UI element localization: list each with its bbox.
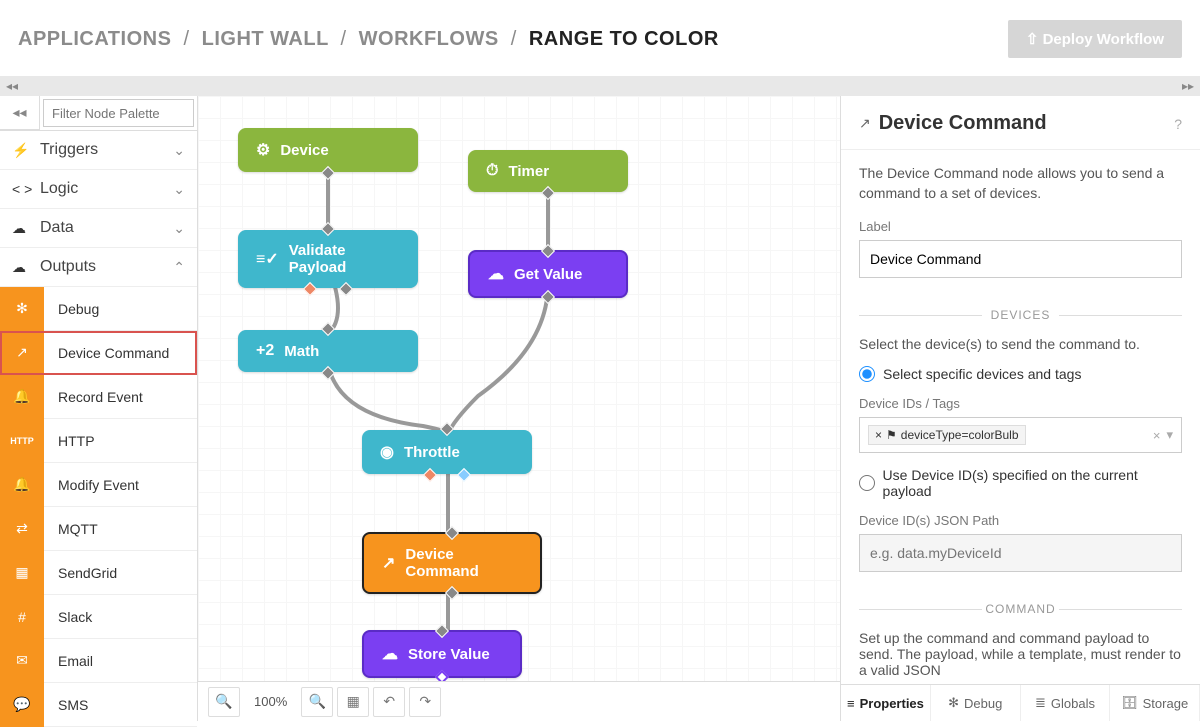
device-tags-input[interactable]: × ⚑ deviceType=colorBulb × ▾ xyxy=(859,417,1182,453)
properties-panel: ↗ Device Command ? The Device Command no… xyxy=(840,96,1200,721)
palette-item-slack[interactable]: # Slack xyxy=(0,595,197,639)
zoom-in-button[interactable]: 🔍 xyxy=(301,687,333,717)
upload-icon: ⇧ xyxy=(1026,31,1039,48)
filter-palette-input[interactable] xyxy=(43,99,194,127)
chat-icon: 💬 xyxy=(0,683,44,727)
cloud-down-icon: ☁ xyxy=(488,264,504,284)
breadcrumb: APPLICATIONS / LIGHT WALL / WORKFLOWS / … xyxy=(18,28,719,51)
sendgrid-icon: ▦ xyxy=(0,551,44,595)
bell-edit-icon: 🔔 xyxy=(0,463,44,507)
check-icon: ≡✓ xyxy=(256,249,279,269)
mail-icon: ✉ xyxy=(0,639,44,683)
cloud-up-icon: ☁ xyxy=(382,644,398,664)
slack-icon: # xyxy=(0,595,44,639)
node-palette: ◂◂ ⚡ Triggers ⌄ < > Logic ⌄ ☁ Data ⌄ ☁ O… xyxy=(0,96,198,721)
panel-description: The Device Command node allows you to se… xyxy=(859,164,1182,203)
tab-storage[interactable]: 🗄Storage xyxy=(1110,685,1200,721)
grid-toggle-button[interactable]: ▦ xyxy=(337,687,369,717)
chevron-up-icon: ⌃ xyxy=(173,259,185,276)
breadcrumb-current: RANGE TO COLOR xyxy=(529,28,719,50)
arrow-icon: ↗ xyxy=(382,553,395,573)
stopwatch-icon: ⏱ xyxy=(486,162,498,180)
chevron-down-icon: ⌄ xyxy=(173,142,185,159)
canvas-toolbar: 🔍 100% 🔍 ▦ ↶ ↷ xyxy=(198,681,840,721)
collapse-left-icon[interactable]: ◂◂ xyxy=(6,79,18,93)
cloud-up-icon: ☁ xyxy=(12,259,30,276)
radio-payload-devices[interactable]: Use Device ID(s) specified on the curren… xyxy=(859,467,1182,499)
palette-item-sms[interactable]: 💬 SMS xyxy=(0,683,197,727)
palette-item-modify-event[interactable]: 🔔 Modify Event xyxy=(0,463,197,507)
globals-icon: ≣ xyxy=(1035,695,1046,711)
panel-title: Device Command xyxy=(879,112,1047,135)
bug-icon: ✻ xyxy=(948,695,959,711)
node-validate-payload[interactable]: ≡✓ Validate Payload xyxy=(238,230,418,288)
zoom-out-button[interactable]: 🔍 xyxy=(208,687,240,717)
json-path-label: Device ID(s) JSON Path xyxy=(859,513,1182,528)
palette-item-debug[interactable]: ✻ Debug xyxy=(0,287,197,331)
tab-properties[interactable]: ≡Properties xyxy=(841,685,931,721)
storage-icon: 🗄 xyxy=(1121,695,1138,711)
device-ids-label: Device IDs / Tags xyxy=(859,396,1182,411)
palette-item-device-command[interactable]: ↗ Device Command xyxy=(0,331,197,375)
tab-globals[interactable]: ≣Globals xyxy=(1021,685,1111,721)
palette-item-http[interactable]: HTTP HTTP xyxy=(0,419,197,463)
label-field-label: Label xyxy=(859,219,1182,234)
breadcrumb-project[interactable]: LIGHT WALL xyxy=(202,28,329,50)
section-devices: DEVICES xyxy=(859,308,1182,322)
node-device[interactable]: ⚙ Device xyxy=(238,128,418,172)
node-math[interactable]: +2 Math xyxy=(238,330,418,372)
deploy-workflow-button[interactable]: ⇧ Deploy Workflow xyxy=(1008,20,1182,58)
gear-icon: ⚙ xyxy=(256,140,270,160)
arrow-icon: ↗ xyxy=(859,115,871,132)
section-command: COMMAND xyxy=(859,602,1182,616)
chevron-down-icon[interactable]: ▾ xyxy=(1166,427,1173,443)
palette-item-mqtt[interactable]: ⇄ MQTT xyxy=(0,507,197,551)
category-outputs[interactable]: ☁ Outputs ⌃ xyxy=(0,248,197,287)
collapse-palette-button[interactable]: ◂◂ xyxy=(0,96,40,130)
code-icon: < > xyxy=(12,181,30,197)
devices-help-text: Select the device(s) to send the command… xyxy=(859,336,1182,352)
arrow-icon: ↗ xyxy=(0,331,44,375)
breadcrumb-section[interactable]: WORKFLOWS xyxy=(359,28,499,50)
palette-item-email[interactable]: ✉ Email xyxy=(0,639,197,683)
cloud-icon: ☁ xyxy=(12,220,30,237)
node-timer[interactable]: ⏱ Timer xyxy=(468,150,628,192)
bell-icon: 🔔 xyxy=(0,375,44,419)
list-icon: ≡ xyxy=(847,696,855,711)
json-path-input xyxy=(859,534,1182,572)
tab-debug[interactable]: ✻Debug xyxy=(931,685,1021,721)
radio-specific-devices[interactable]: Select specific devices and tags xyxy=(859,366,1182,382)
bolt-icon: ⚡ xyxy=(12,142,30,159)
close-icon[interactable]: × xyxy=(875,428,882,442)
node-device-command[interactable]: ↗ Device Command xyxy=(362,532,542,594)
node-get-value[interactable]: ☁ Get Value xyxy=(468,250,628,298)
breadcrumb-app[interactable]: APPLICATIONS xyxy=(18,28,171,50)
zoom-level: 100% xyxy=(244,694,297,709)
http-icon: HTTP xyxy=(0,419,44,463)
category-logic[interactable]: < > Logic ⌄ xyxy=(0,170,197,209)
chevron-down-icon: ⌄ xyxy=(173,220,185,237)
flag-icon: ⚑ xyxy=(886,428,897,442)
undo-button[interactable]: ↶ xyxy=(373,687,405,717)
workflow-canvas[interactable]: ⚙ Device ⏱ Timer ≡✓ Validate Payload ☁ G… xyxy=(198,96,840,721)
palette-item-sendgrid[interactable]: ▦ SendGrid xyxy=(0,551,197,595)
category-triggers[interactable]: ⚡ Triggers ⌄ xyxy=(0,131,197,170)
bug-icon: ✻ xyxy=(0,287,44,331)
plus-icon: +2 xyxy=(256,342,274,360)
node-throttle[interactable]: ◉ Throttle xyxy=(362,430,532,474)
palette-item-record-event[interactable]: 🔔 Record Event xyxy=(0,375,197,419)
category-data[interactable]: ☁ Data ⌄ xyxy=(0,209,197,248)
expand-right-icon[interactable]: ▸▸ xyxy=(1182,79,1194,93)
chevron-down-icon: ⌄ xyxy=(173,181,185,198)
help-icon[interactable]: ? xyxy=(1174,116,1182,132)
node-store-value[interactable]: ☁ Store Value xyxy=(362,630,522,678)
redo-button[interactable]: ↷ xyxy=(409,687,441,717)
label-input[interactable] xyxy=(859,240,1182,278)
throttle-icon: ◉ xyxy=(380,442,394,462)
command-help-text: Set up the command and command payload t… xyxy=(859,630,1182,678)
clear-icon[interactable]: × xyxy=(1153,428,1161,443)
swap-icon: ⇄ xyxy=(0,507,44,551)
